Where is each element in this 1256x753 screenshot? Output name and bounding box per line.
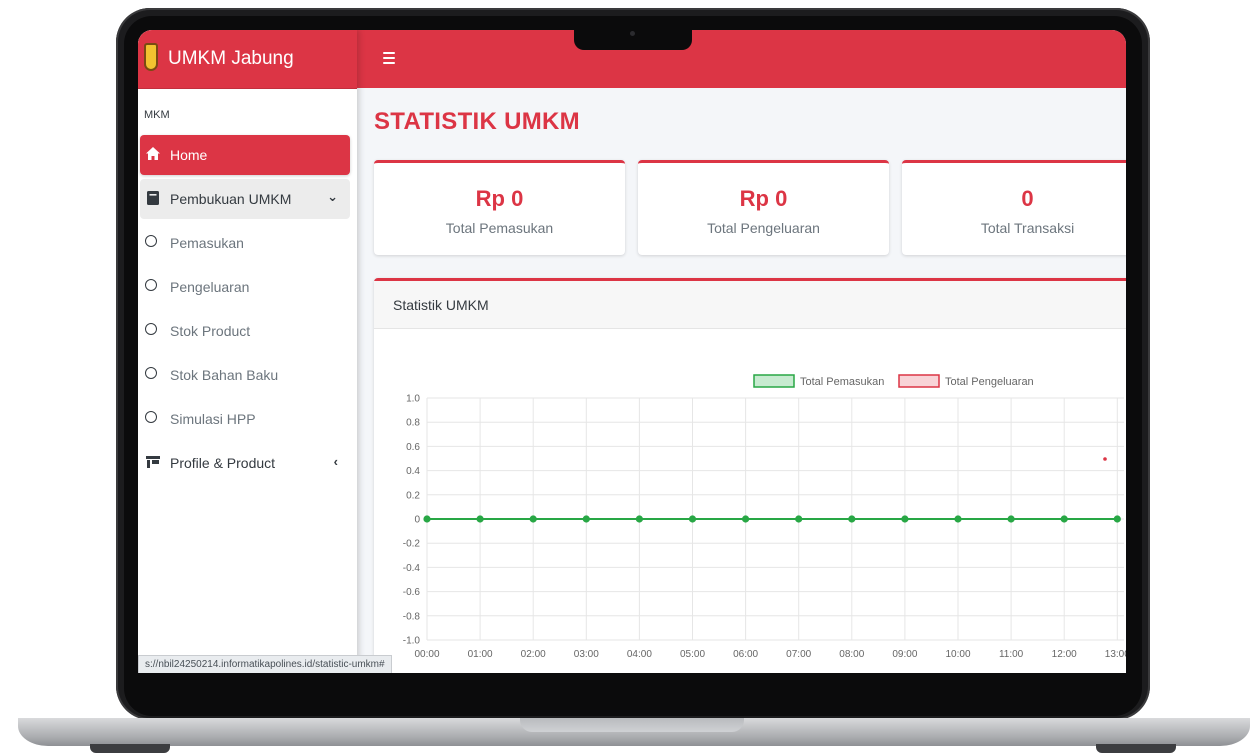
circle-icon [145, 323, 157, 335]
data-point [423, 515, 431, 523]
x-tick-label: 07:00 [786, 649, 811, 660]
stat-value: 0 [1021, 186, 1034, 211]
sidebar-item-label: Stok Product [170, 323, 251, 339]
stat-card-pemasukan: Rp 0 Total Pemasukan [374, 160, 625, 255]
stat-label: Total Pemasukan [445, 220, 554, 236]
legend-label: Total Pemasukan [800, 376, 884, 388]
data-point [742, 515, 750, 523]
sidebar-item-simulasi-hpp[interactable]: Simulasi HPP [140, 399, 350, 439]
sidebar-item-label: Pengeluaran [170, 279, 250, 295]
stray-point [1103, 457, 1107, 461]
data-point [688, 515, 697, 523]
stat-card-pengeluaran: Rp 0 Total Pengeluaran [638, 160, 889, 255]
book-icon [147, 191, 159, 205]
chevron-down-icon: ⌄ [327, 189, 338, 204]
x-tick-label: 13:00 [1105, 649, 1126, 660]
data-point [954, 515, 962, 523]
y-tick-label: -1.0 [403, 636, 421, 647]
x-tick-label: 08:00 [839, 649, 864, 660]
stat-label: Total Transaksi [980, 220, 1075, 236]
x-tick-label: 04:00 [627, 649, 652, 660]
sidebar-item-label: Simulasi HPP [170, 411, 256, 427]
page-title: STATISTIK UMKM [374, 108, 580, 135]
sidebar-item-label: Profile & Product [170, 455, 276, 471]
y-tick-label: 0.4 [406, 466, 420, 477]
y-tick-label: -0.6 [403, 587, 421, 598]
y-tick-label: 0.6 [406, 442, 420, 453]
data-point [582, 515, 590, 523]
stat-value: Rp 0 [739, 186, 788, 211]
y-tick-label: 0.8 [406, 418, 420, 429]
circle-icon [145, 279, 157, 291]
sidebar: UMKM Jabung MKM Home Pembukuan UMKM ⌄ Pe… [138, 30, 357, 673]
screen: UMKM Jabung MKM Home Pembukuan UMKM ⌄ Pe… [138, 30, 1126, 673]
circle-icon [145, 411, 157, 423]
legend-swatch [753, 374, 795, 388]
y-tick-label: 0 [414, 515, 420, 526]
stat-card-transaksi: 0 Total Transaksi [902, 160, 1126, 255]
data-point [848, 515, 856, 523]
store-icon [146, 456, 160, 468]
y-tick-label: -0.4 [403, 563, 421, 574]
data-point [1113, 515, 1121, 523]
stat-label: Total Pengeluaran [707, 220, 820, 236]
sidebar-item-label: Pemasukan [170, 235, 244, 251]
hamburger-icon[interactable] [383, 52, 395, 67]
sidebar-item-label: Pembukuan UMKM [170, 191, 292, 207]
data-point [795, 515, 803, 523]
laptop-foot-right [1096, 744, 1176, 753]
brand-link[interactable]: UMKM Jabung [138, 30, 357, 89]
x-tick-label: 12:00 [1052, 649, 1077, 660]
data-point [1007, 515, 1015, 523]
circle-icon [145, 367, 157, 379]
line-chart: 1.0 0.8 0.6 0.4 0.2 0 -0.2 -0.4 -0.6 -0.8 -1.0 00:0… [403, 374, 1126, 660]
data-point [635, 515, 643, 523]
laptop-foot-left [90, 744, 170, 753]
sidebar-item-pengeluaran[interactable]: Pengeluaran [140, 267, 350, 307]
brand-logo [144, 43, 158, 71]
stat-value: Rp 0 [475, 186, 524, 211]
camera-icon [630, 31, 635, 36]
x-tick-label: 11:00 [999, 649, 1024, 660]
camera-notch [574, 26, 692, 50]
x-tick-label: 00:00 [414, 649, 439, 660]
laptop-opening-lip [520, 718, 744, 732]
sidebar-item-stok-product[interactable]: Stok Product [140, 311, 350, 351]
status-bar-url: s://nbil24250214.informatikapolines.id/s… [138, 655, 392, 673]
y-tick-label: 1.0 [406, 394, 420, 405]
sidebar-item-profile-product[interactable]: Profile & Product ‹ [140, 443, 350, 483]
x-tick-label: 01:00 [468, 649, 493, 660]
top-navbar [357, 30, 1126, 88]
sidebar-item-pemasukan[interactable]: Pemasukan [140, 223, 350, 263]
data-point [476, 515, 484, 523]
legend-label: Total Pengeluaran [945, 376, 1034, 388]
sidebar-item-label: Home [170, 147, 208, 163]
x-tick-label: 10:00 [945, 649, 970, 660]
legend-swatch [898, 374, 940, 388]
sidebar-item-label: Stok Bahan Baku [170, 367, 279, 383]
sidebar-item-stok-bahan-baku[interactable]: Stok Bahan Baku [140, 355, 350, 395]
sidebar-item-pembukuan[interactable]: Pembukuan UMKM ⌄ [140, 179, 350, 219]
y-tick-label: 0.2 [406, 490, 420, 501]
circle-icon [145, 235, 157, 247]
y-tick-label: -0.8 [403, 611, 421, 622]
x-tick-label: 09:00 [892, 649, 917, 660]
data-point [901, 515, 909, 523]
y-tick-label: -0.2 [403, 539, 421, 550]
chart-card: Statistik UMKM 1.0 0.8 0.6 0.4 0.2 0 -0.2 -0.4-… [374, 278, 1126, 673]
user-name: MKM [144, 109, 170, 121]
home-icon [146, 147, 160, 160]
data-point [1060, 515, 1068, 523]
data-point [529, 515, 537, 523]
x-tick-label: 03:00 [574, 649, 599, 660]
sidebar-item-home[interactable]: Home [140, 135, 350, 175]
chevron-left-icon: ‹ [333, 454, 338, 469]
brand-text: UMKM Jabung [168, 48, 294, 69]
x-tick-label: 05:00 [680, 649, 705, 660]
x-tick-label: 06:00 [733, 649, 758, 660]
x-tick-label: 02:00 [521, 649, 546, 660]
